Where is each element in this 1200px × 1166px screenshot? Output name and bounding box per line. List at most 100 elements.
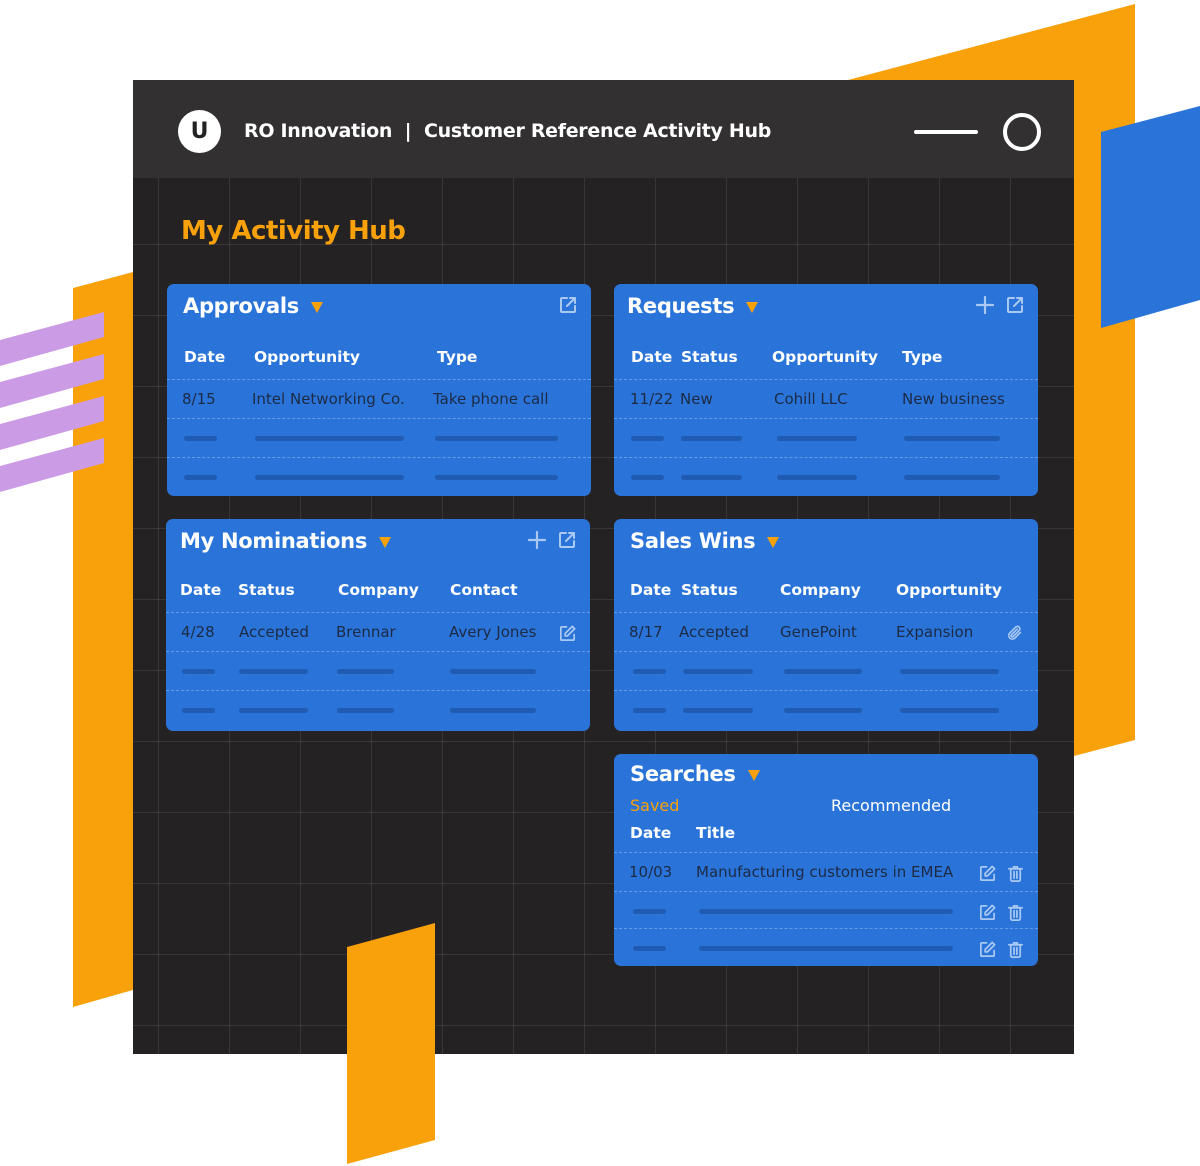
placeholder-row[interactable] [614, 891, 1038, 931]
placeholder-bar [699, 946, 953, 951]
column-header[interactable]: Status [681, 348, 738, 366]
title-bar: U RO Innovation | Customer Reference Act… [133, 80, 1074, 178]
placeholder-bar [784, 669, 862, 674]
placeholder-bar [337, 708, 394, 713]
column-header[interactable]: Status [681, 581, 738, 599]
placeholder-bar [255, 436, 404, 441]
dropdown-caret-icon[interactable] [747, 769, 760, 781]
card-actions [557, 294, 579, 316]
column-header[interactable]: Contact [450, 581, 518, 599]
edit-icon[interactable] [556, 622, 578, 644]
cell-date: 8/17 [629, 623, 663, 641]
plus-icon[interactable] [974, 294, 996, 316]
placeholder-bar [255, 475, 404, 480]
placeholder-bar [239, 669, 308, 674]
placeholder-bar [683, 669, 753, 674]
table-row[interactable]: 8/15 Intel Networking Co. Take phone cal… [167, 379, 591, 419]
edit-icon[interactable] [976, 862, 998, 884]
column-header[interactable]: Company [338, 581, 419, 599]
column-header[interactable]: Type [437, 348, 477, 366]
trash-icon[interactable] [1004, 862, 1026, 884]
column-header[interactable]: Date [630, 824, 671, 842]
placeholder-bar [904, 475, 1000, 480]
cell-status: New [680, 390, 713, 408]
logo-letter: U [190, 119, 209, 144]
tab-recommended[interactable]: Recommended [831, 796, 951, 815]
column-header[interactable]: Date [630, 581, 671, 599]
placeholder-bar [182, 708, 215, 713]
edit-icon[interactable] [976, 901, 998, 923]
placeholder-bar [184, 436, 217, 441]
placeholder-row [614, 457, 1038, 496]
card-actions [974, 294, 1026, 316]
placeholder-row[interactable] [614, 928, 1038, 966]
table-row[interactable]: 10/03 Manufacturing customers in EMEA [614, 852, 1038, 892]
dropdown-caret-icon[interactable] [310, 301, 323, 313]
placeholder-row [167, 418, 591, 458]
searches-card: Searches Saved Recommended Date Title 10… [614, 754, 1038, 966]
card-title: Requests [627, 294, 759, 318]
trash-icon[interactable] [1004, 938, 1026, 960]
dropdown-caret-icon[interactable] [746, 301, 759, 313]
cell-status: Accepted [679, 623, 749, 641]
cell-title: Manufacturing customers in EMEA [696, 863, 954, 881]
cell-status: Accepted [239, 623, 309, 641]
cell-type: Take phone call [433, 390, 549, 408]
row-actions [556, 622, 578, 644]
placeholder-row [614, 418, 1038, 458]
cell-opportunity: Intel Networking Co. [252, 390, 405, 408]
paperclip-icon[interactable] [1004, 622, 1026, 644]
column-header[interactable]: Date [631, 348, 672, 366]
column-header[interactable]: Opportunity [254, 348, 360, 366]
cell-opportunity: Cohill LLC [774, 390, 848, 408]
placeholder-bar [784, 708, 862, 713]
placeholder-bar [777, 436, 857, 441]
column-header[interactable]: Type [902, 348, 942, 366]
minimize-icon[interactable] [914, 130, 978, 134]
cell-type: New business [902, 390, 1005, 408]
app-title: RO Innovation | Customer Reference Activ… [244, 120, 772, 142]
dropdown-caret-icon[interactable] [767, 536, 780, 548]
dropdown-caret-icon[interactable] [379, 536, 392, 548]
card-title: Searches [630, 762, 760, 786]
requests-card: Requests Date Status Opportunity Type 11… [614, 284, 1038, 496]
column-header[interactable]: Opportunity [772, 348, 878, 366]
placeholder-bar [777, 475, 857, 480]
maximize-icon[interactable] [1003, 113, 1041, 151]
table-header: Date Status Company Opportunity [614, 579, 1038, 611]
placeholder-bar [450, 708, 536, 713]
row-actions [976, 938, 1026, 960]
column-header[interactable]: Title [696, 824, 735, 842]
cell-date: 4/28 [181, 623, 215, 641]
table-row[interactable]: 11/22 New Cohill LLC New business [614, 379, 1038, 419]
external-link-icon[interactable] [556, 529, 578, 551]
placeholder-bar [633, 946, 666, 951]
placeholder-bar [900, 708, 999, 713]
row-actions [976, 862, 1026, 884]
column-header[interactable]: Status [238, 581, 295, 599]
trash-icon[interactable] [1004, 901, 1026, 923]
nominations-card: My Nominations Date Status Company Conta… [166, 519, 590, 731]
placeholder-bar [631, 475, 664, 480]
external-link-icon[interactable] [1004, 294, 1026, 316]
plus-icon[interactable] [526, 529, 548, 551]
column-header[interactable]: Date [180, 581, 221, 599]
column-header[interactable]: Date [184, 348, 225, 366]
requests-title: Requests [627, 294, 735, 318]
row-actions [1004, 622, 1026, 644]
column-header[interactable]: Opportunity [896, 581, 1002, 599]
external-link-icon[interactable] [557, 294, 579, 316]
approvals-card: Approvals Date Opportunity Type 8/15 Int… [167, 284, 591, 496]
row-actions [976, 901, 1026, 923]
column-header[interactable]: Company [780, 581, 861, 599]
card-title: Sales Wins [630, 529, 780, 553]
placeholder-row [614, 651, 1038, 691]
table-header: Date Title [614, 822, 1038, 854]
tab-saved[interactable]: Saved [630, 796, 679, 815]
edit-icon[interactable] [976, 938, 998, 960]
cell-date: 11/22 [630, 390, 674, 408]
placeholder-row [166, 651, 590, 691]
table-row[interactable]: 4/28 Accepted Brennar Avery Jones [166, 612, 590, 652]
table-row[interactable]: 8/17 Accepted GenePoint Expansion [614, 612, 1038, 652]
placeholder-bar [435, 475, 558, 480]
